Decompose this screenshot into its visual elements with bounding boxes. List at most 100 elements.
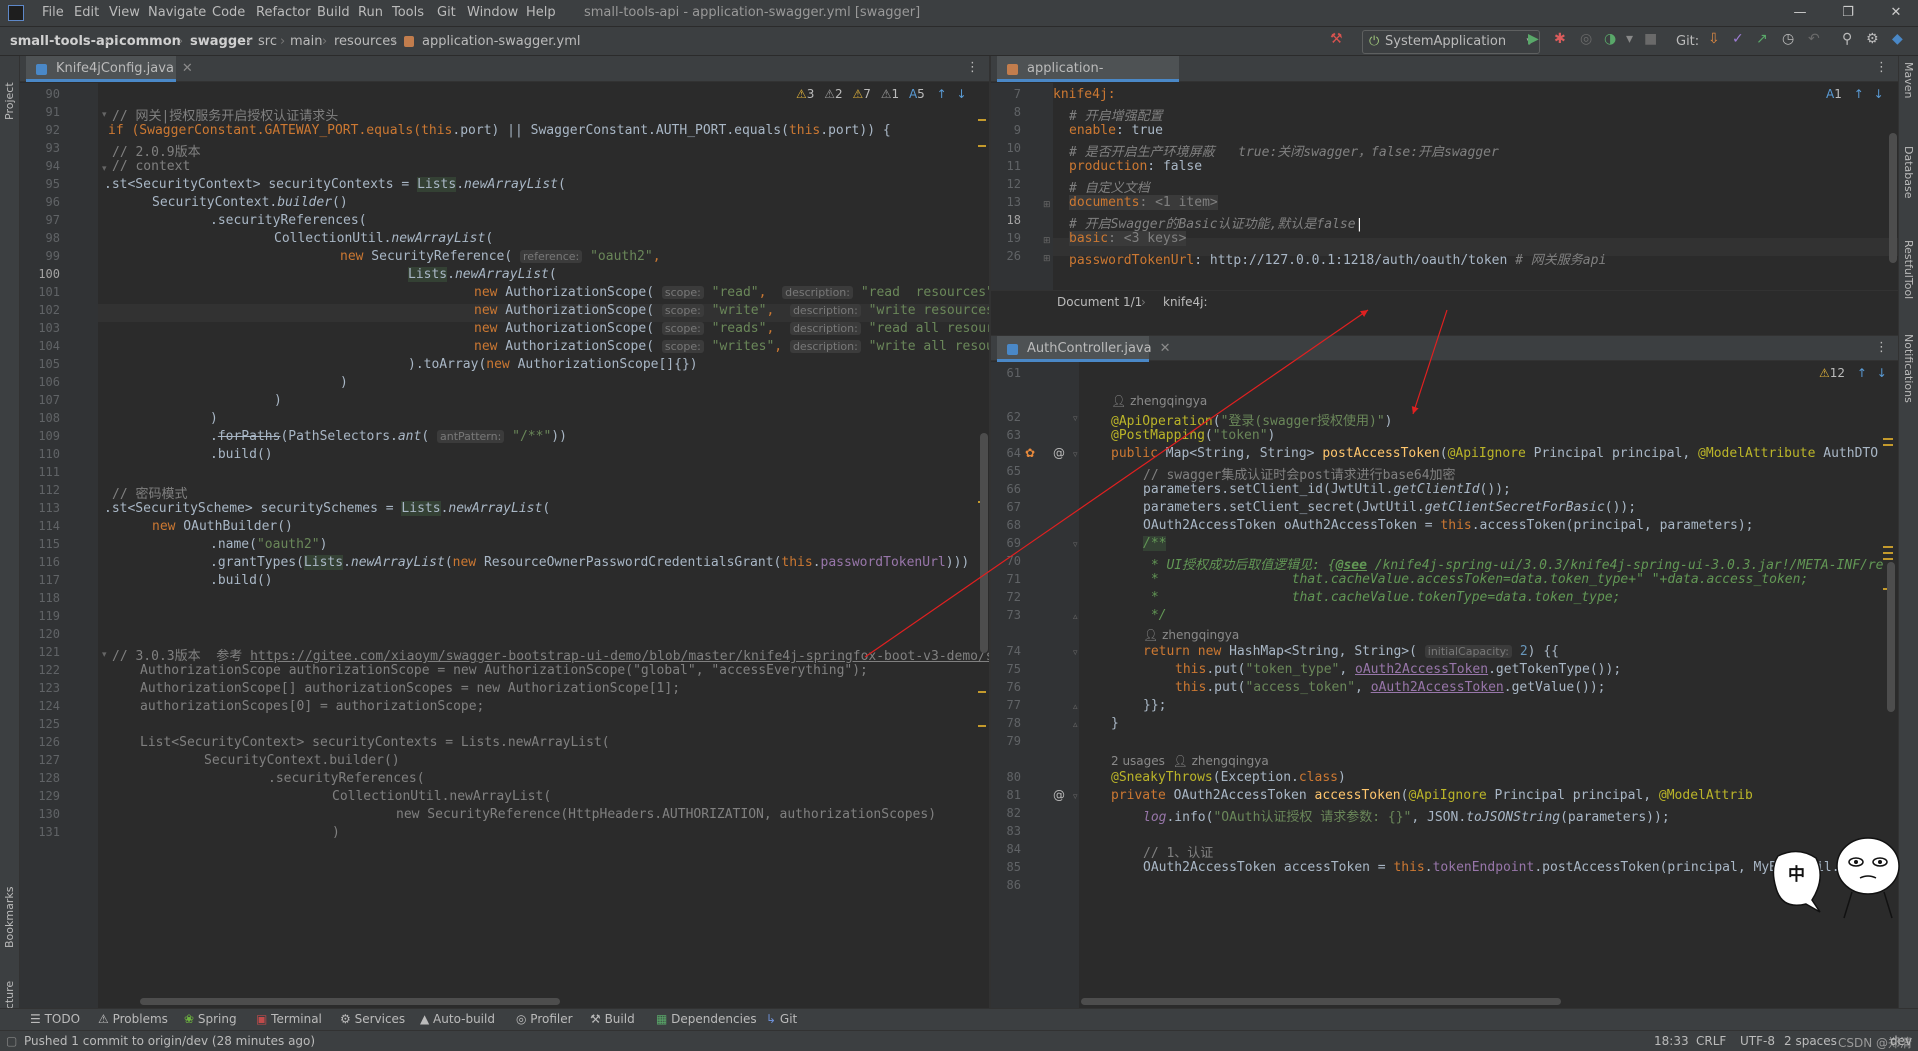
yaml-breadcrumb-document[interactable]: Document 1/1	[1057, 295, 1142, 309]
editor-options-icon[interactable]: ⋮	[1875, 60, 1888, 75]
fold-icon[interactable]: ⊞	[1043, 200, 1051, 210]
coverage-icon[interactable]: ◎	[1580, 31, 1592, 47]
search-everywhere-icon[interactable]: ⚲	[1842, 31, 1852, 47]
auth-editor[interactable]: ⚠12 ↑ ↓ 61 62 63 64 65 66 67 68 69 70 71…	[991, 362, 1898, 1008]
left-editor[interactable]: ⚠3 ⚠2 ⚠7 ⚠1 A⁯5 ↑ ↓ 90 91 92 93 94 95 96…	[20, 83, 989, 1008]
build-tool-button[interactable]: ⚒ Build	[590, 1012, 635, 1026]
spring-tool-button[interactable]: ❀ Spring	[184, 1012, 237, 1026]
prev-highlight-icon[interactable]: ↑	[937, 87, 947, 101]
fold-icon[interactable]: ▾	[102, 110, 107, 120]
git-tool-button[interactable]: ↳ Git	[766, 1012, 797, 1026]
menu-run[interactable]: Run	[358, 5, 383, 20]
fold-icon[interactable]: ⊞	[1043, 236, 1051, 246]
fold-icon[interactable]: ▾	[102, 164, 107, 174]
fold-icon[interactable]: ▿	[1073, 792, 1078, 802]
marker[interactable]	[1883, 438, 1893, 440]
yaml-line-19-folded[interactable]: basic: <3 keys>	[1069, 231, 1187, 246]
prev-highlight-icon[interactable]: ↑	[1854, 87, 1864, 101]
menu-build[interactable]: Build	[317, 5, 350, 20]
restore-icon[interactable]: ❐	[1828, 2, 1868, 24]
marker[interactable]	[978, 145, 986, 147]
database-tool-button[interactable]: Database	[1902, 146, 1915, 199]
todo-tool-button[interactable]: ☰ TODO	[30, 1012, 80, 1026]
marker[interactable]	[1883, 444, 1893, 446]
yaml-breadcrumb-knife4j[interactable]: knife4j:	[1163, 295, 1208, 309]
debug-icon[interactable]: ✱	[1554, 31, 1566, 47]
caret-position[interactable]: 18:33	[1654, 1034, 1689, 1048]
prev-highlight-icon[interactable]: ↑	[1857, 366, 1867, 380]
marker[interactable]	[978, 691, 986, 693]
fold-icon[interactable]: ▵	[1073, 720, 1078, 730]
close-tab-icon[interactable]: ✕	[1160, 341, 1171, 356]
usages-hint[interactable]: 2 usages 👤︎ zhengqingya	[1111, 754, 1269, 768]
fold-icon[interactable]: ▵	[1073, 612, 1078, 622]
maven-tool-button[interactable]: Maven	[1902, 62, 1915, 98]
editor-options-icon[interactable]: ⋮	[966, 60, 979, 75]
dependencies-tool-button[interactable]: ▦ Dependencies	[656, 1012, 757, 1026]
yaml-editor-vscroll[interactable]	[1889, 133, 1897, 263]
more-run-icon[interactable]: ▾	[1626, 31, 1633, 47]
close-tab-icon[interactable]: ✕	[182, 61, 193, 76]
inspection-widget[interactable]: A⁯1 ↑ ↓	[1826, 87, 1884, 101]
marker[interactable]	[978, 119, 986, 121]
next-highlight-icon[interactable]: ↓	[957, 87, 967, 101]
tab-application-swagger-yml[interactable]: application-swagger.yml✕	[997, 56, 1179, 102]
breadcrumb-swagger[interactable]: swagger	[190, 34, 252, 49]
marker[interactable]	[1883, 558, 1893, 560]
git-branch[interactable]: dev	[1890, 1034, 1912, 1048]
fold-icon[interactable]: ⊞	[1043, 254, 1051, 264]
fold-icon[interactable]: ▿	[1073, 648, 1078, 658]
status-message[interactable]: Pushed 1 commit to origin/dev (28 minute…	[24, 1034, 315, 1048]
author-hint[interactable]: 👤︎ zhengqingya	[1143, 628, 1239, 642]
project-tool-button[interactable]: Project	[3, 82, 16, 120]
endpoint-icon[interactable]: ✿	[1025, 446, 1035, 460]
reference-link[interactable]: https://gitee.com/xiaoym/swagger-bootstr…	[250, 649, 989, 664]
indent-setting[interactable]: 2 spaces	[1784, 1034, 1837, 1048]
menu-view[interactable]: View	[109, 5, 140, 20]
minimize-icon[interactable]: —	[1780, 2, 1820, 24]
marker[interactable]	[1883, 546, 1893, 548]
line-separator[interactable]: CRLF	[1696, 1034, 1726, 1048]
menu-git[interactable]: Git	[437, 5, 456, 20]
run-icon[interactable]: ▶	[1528, 31, 1539, 47]
bookmarks-tool-button[interactable]: Bookmarks	[3, 887, 16, 948]
breadcrumb-common[interactable]: common	[119, 34, 181, 49]
profiler-tool-button[interactable]: ◎ Profiler	[516, 1012, 573, 1026]
profile-icon[interactable]: ◑	[1604, 31, 1616, 47]
marker[interactable]	[1883, 552, 1893, 554]
intellij-logo-icon[interactable]	[8, 5, 24, 21]
menu-refactor[interactable]: Refactor	[256, 5, 311, 20]
terminal-tool-button[interactable]: ▣ Terminal	[256, 1012, 322, 1026]
stop-icon[interactable]: ■	[1644, 31, 1657, 47]
file-encoding[interactable]: UTF-8	[1740, 1034, 1775, 1048]
menu-help[interactable]: Help	[526, 5, 556, 20]
services-tool-button[interactable]: ⚙ Services	[340, 1012, 405, 1026]
author-hint[interactable]: 👤︎ zhengqingya	[1111, 394, 1207, 408]
restfultool-tool-button[interactable]: RestfulTool	[1902, 240, 1915, 299]
menu-window[interactable]: Window	[467, 5, 518, 20]
auth-editor-hscroll[interactable]	[1081, 998, 1561, 1005]
menu-edit[interactable]: Edit	[74, 5, 99, 20]
hammer-icon[interactable]: ⚒	[1330, 31, 1343, 47]
run-configuration-select[interactable]: ⏻ SystemApplication ▾	[1362, 30, 1540, 54]
marker[interactable]	[978, 725, 986, 727]
git-rollback-icon[interactable]: ↶	[1808, 31, 1820, 47]
autobuild-tool-button[interactable]: ▲ Auto-build	[420, 1012, 495, 1026]
editor-options-icon[interactable]: ⋮	[1875, 340, 1888, 355]
fold-icon[interactable]: ▾	[102, 650, 107, 660]
breadcrumb-project[interactable]: small-tools-api	[10, 34, 119, 49]
menu-tools[interactable]: Tools	[392, 5, 424, 20]
git-push-icon[interactable]: ↗	[1756, 31, 1768, 47]
menu-file[interactable]: File	[42, 5, 64, 20]
breadcrumb-main[interactable]: main	[290, 34, 322, 49]
menu-code[interactable]: Code	[212, 5, 245, 20]
git-history-icon[interactable]: ◷	[1782, 31, 1794, 47]
breadcrumb-file[interactable]: application-swagger.yml	[422, 34, 581, 49]
fold-icon[interactable]: ▿	[1073, 450, 1078, 460]
breadcrumb-src[interactable]: src	[258, 34, 277, 49]
yaml-line-13-folded[interactable]: documents: <1 item>	[1069, 195, 1218, 210]
inspection-widget[interactable]: ⚠12 ↑ ↓	[1819, 366, 1887, 380]
left-editor-vscroll[interactable]	[980, 433, 988, 653]
menu-navigate[interactable]: Navigate	[148, 5, 206, 20]
tab-knife4jconfig[interactable]: Knife4jConfig.java ✕	[26, 56, 193, 82]
